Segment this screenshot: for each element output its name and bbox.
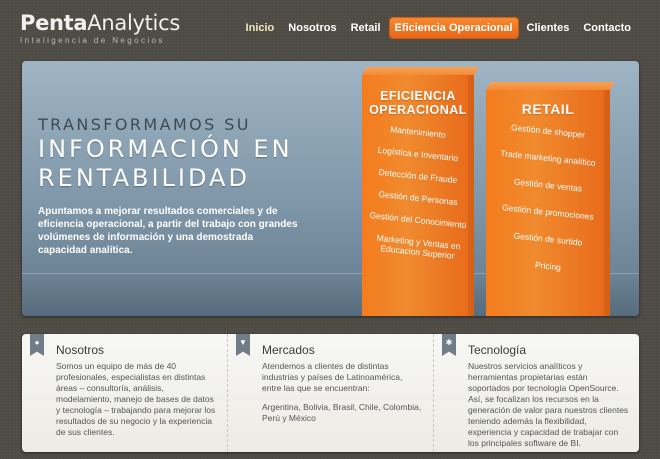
eficiencia-item-mantenimiento[interactable]: Mantenimiento	[362, 121, 474, 143]
panel-mercados: ▼ Mercados Atendemos a clientes de disti…	[227, 334, 433, 452]
retail-item-shopper[interactable]: Gestión de shopper	[486, 120, 610, 143]
panel-title[interactable]: Nosotros	[56, 343, 217, 357]
logo-text: PentaAnalytics	[20, 12, 180, 34]
logo-light: Analytics	[87, 11, 180, 35]
nav-nosotros[interactable]: Nosotros	[283, 18, 341, 38]
pin-icon: ▼	[236, 334, 250, 356]
panel-text: Atendemos a clientes de distintas indust…	[262, 361, 403, 393]
eficiencia-item-personas[interactable]: Gestión de Personas	[362, 187, 474, 209]
eficiencia-title: EFICIENCIA OPERACIONAL	[362, 89, 474, 117]
panel-countries: Argentina, Bolivia, Brasil, Chile, Colom…	[262, 402, 422, 423]
nav-inicio[interactable]: Inicio	[241, 18, 280, 38]
info-panels: ● Nosotros Somos un equipo de más de 40 …	[22, 334, 639, 452]
people-icon: ●	[30, 334, 44, 356]
retail-title: RETAIL	[521, 101, 575, 117]
panel-tecnologia: ✱ Tecnología Nuestros servicios analític…	[433, 334, 639, 452]
hero-description: Apuntamos a mejorar resultados comercial…	[38, 206, 298, 256]
hero-heading-line3: RENTABILIDAD	[38, 164, 250, 192]
eficiencia-title-line2: OPERACIONAL	[369, 103, 467, 117]
column-top	[362, 67, 479, 75]
panel-text: Somos un equipo de más de 40 profesional…	[56, 361, 216, 437]
main-nav: Inicio Nosotros Retail Eficiencia Operac…	[241, 18, 636, 38]
nav-clientes[interactable]: Clientes	[522, 18, 575, 38]
eficiencia-list: Mantenimiento Logística e Inventario Det…	[362, 124, 474, 261]
eficiencia-item-marketing[interactable]: Marketing y Ventas en Educacion Superior	[361, 231, 474, 263]
nav-eficiencia-operacional[interactable]: Eficiencia Operacional	[389, 18, 518, 38]
hero-heading-line2: INFORMACIÓN EN	[38, 135, 293, 163]
retail-item-trade-marketing[interactable]: Trade marketing analítico	[486, 147, 610, 170]
eficiencia-item-conocimiento[interactable]: Gestión del Conocimiento	[362, 209, 474, 231]
retail-item-ventas[interactable]: Gestión de ventas	[486, 174, 610, 197]
tagline: Inteligencia de Negocios	[20, 36, 165, 45]
gear-icon: ✱	[442, 334, 456, 356]
panel-nosotros: ● Nosotros Somos un equipo de más de 40 …	[22, 334, 227, 452]
column-top	[486, 82, 615, 90]
retail-item-promociones[interactable]: Gestión de promociones	[486, 201, 610, 224]
eficiencia-title-line1: EFICIENCIA	[380, 89, 456, 103]
logo[interactable]: PentaAnalytics Inteligencia de Negocios	[20, 12, 180, 45]
hero-banner: TRANSFORMAMOS SU INFORMACIÓN EN RENTABIL…	[22, 61, 639, 316]
panel-title[interactable]: Mercados	[262, 343, 423, 357]
eficiencia-item-fraude[interactable]: Detección de Fraude	[362, 165, 474, 187]
nav-contacto[interactable]: Contacto	[578, 18, 636, 38]
panel-text: Nuestros servicios analíticos y herramie…	[468, 361, 629, 448]
retail-item-pricing[interactable]: Pricing	[486, 255, 610, 278]
retail-list: Gestión de shopper Trade marketing analí…	[486, 122, 610, 272]
retail-item-surtido[interactable]: Gestión de surtido	[486, 228, 610, 251]
retail-column[interactable]: RETAIL Gestión de shopper Trade marketin…	[486, 82, 615, 316]
nav-retail[interactable]: Retail	[346, 18, 386, 38]
eficiencia-column[interactable]: EFICIENCIA OPERACIONAL Mantenimiento Log…	[362, 67, 479, 316]
eficiencia-item-logistica[interactable]: Logística e Inventario	[362, 143, 474, 165]
hero-heading-line1: TRANSFORMAMOS SU	[38, 115, 251, 134]
logo-bold: Penta	[20, 11, 88, 35]
panel-title[interactable]: Tecnología	[468, 343, 629, 357]
